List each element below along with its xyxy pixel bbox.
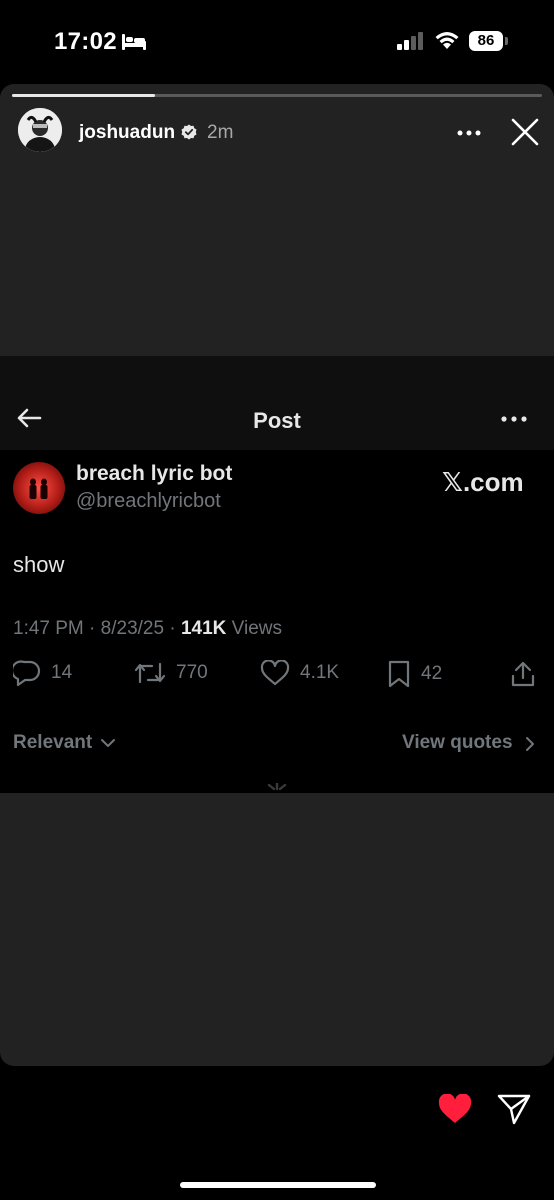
shared-post-image[interactable]: Post breach lyric bot @breachlyricbot 𝕏.… bbox=[0, 356, 554, 793]
signal-icon bbox=[397, 32, 423, 50]
chevron-right-icon bbox=[526, 737, 534, 751]
bookmark-icon bbox=[388, 660, 410, 688]
reply-icon bbox=[13, 660, 41, 686]
battery-icon: 86 bbox=[469, 31, 503, 51]
meta-separator: · bbox=[89, 618, 101, 639]
story-progress-bar bbox=[12, 94, 542, 97]
status-time: 17:02 bbox=[54, 28, 117, 55]
like-count: 4.1K bbox=[300, 662, 340, 683]
post-date: 8/23/25 bbox=[100, 618, 165, 639]
reply-count: 14 bbox=[51, 662, 73, 683]
x-logo-mark: 𝕏 bbox=[442, 468, 463, 498]
sort-label: Relevant bbox=[13, 732, 93, 753]
author-name: breach lyric bot bbox=[76, 462, 233, 485]
repost-icon bbox=[134, 662, 166, 684]
post-meta: 1:47 PM · 8/23/25 · 141K Views bbox=[13, 618, 282, 640]
post-more-icon bbox=[501, 416, 527, 422]
views-label: Views bbox=[231, 618, 282, 639]
battery-cap bbox=[505, 37, 508, 45]
repost-action: 770 bbox=[134, 660, 208, 686]
heart-icon[interactable] bbox=[438, 1094, 472, 1124]
author-avatar bbox=[13, 462, 65, 514]
meta-separator: · bbox=[169, 618, 181, 639]
share-action bbox=[510, 660, 536, 688]
story-time: 2m bbox=[207, 122, 234, 143]
post-time: 1:47 PM bbox=[13, 618, 84, 639]
send-icon[interactable] bbox=[497, 1093, 531, 1125]
more-icon[interactable] bbox=[457, 130, 481, 136]
status-bar: 17:02 86 bbox=[0, 0, 554, 84]
avatar-figure-icon bbox=[18, 108, 62, 152]
like-action: 4.1K bbox=[260, 660, 339, 686]
views-count: 141K bbox=[180, 618, 227, 639]
post-header: Post bbox=[0, 356, 554, 450]
repost-count: 770 bbox=[176, 662, 208, 683]
post-text: show bbox=[13, 552, 65, 577]
chevron-down-icon bbox=[101, 739, 115, 747]
post-header-title: Post bbox=[253, 408, 301, 433]
x-com-logo: 𝕏.com bbox=[442, 467, 524, 498]
bookmark-count: 42 bbox=[421, 663, 443, 684]
home-indicator bbox=[180, 1182, 376, 1188]
author-handle: @breachlyricbot bbox=[76, 490, 221, 512]
story-avatar[interactable] bbox=[18, 108, 62, 152]
story-progress-fill bbox=[12, 94, 156, 97]
loading-spinner-icon bbox=[267, 783, 287, 791]
like-icon bbox=[260, 660, 290, 686]
reply-action: 14 bbox=[13, 660, 72, 686]
bookmark-action: 42 bbox=[387, 660, 442, 688]
band-silhouette-icon bbox=[29, 478, 48, 499]
bed-icon bbox=[122, 34, 146, 50]
share-icon bbox=[511, 661, 535, 687]
verified-icon bbox=[181, 124, 197, 140]
post-actions: 14 770 4.1K 42 bbox=[0, 660, 554, 700]
view-quotes-label: View quotes bbox=[402, 732, 513, 753]
story-username[interactable]: joshuadun bbox=[79, 122, 175, 144]
screen: 17:02 86 joshuadun 2m Post breach lyric … bbox=[0, 0, 554, 1200]
x-logo-text: .com bbox=[462, 467, 524, 497]
close-icon[interactable] bbox=[511, 118, 539, 146]
wifi-icon bbox=[435, 32, 459, 49]
story-card[interactable]: joshuadun 2m Post breach lyric bot @brea… bbox=[0, 84, 554, 1066]
